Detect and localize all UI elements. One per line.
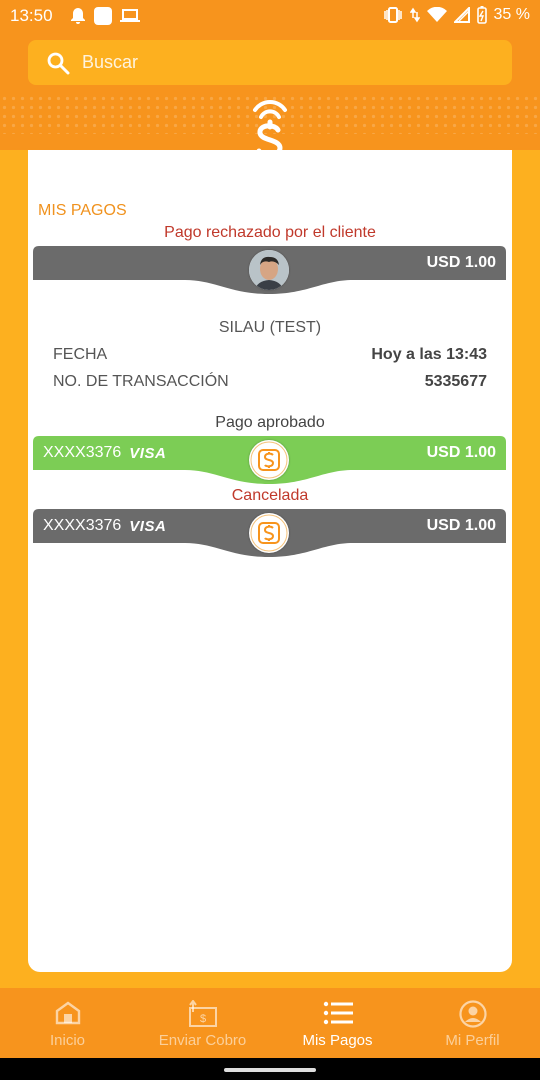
svg-text:$: $ xyxy=(199,1013,205,1025)
wifi-icon xyxy=(426,7,447,22)
visa-icon: VISA xyxy=(129,517,167,535)
system-navigation-bar xyxy=(0,1058,540,1080)
visa-icon: VISA xyxy=(129,444,167,462)
battery-percent: 35 % xyxy=(493,6,530,23)
section-title: MIS PAGOS xyxy=(38,202,127,219)
client-name: SILAU (TEST) xyxy=(218,319,322,336)
fecha-value: Hoy a las 13:43 xyxy=(371,346,487,363)
laptop-icon xyxy=(120,9,140,22)
status-bar: 13:50 35 % xyxy=(0,0,540,32)
payment-status: Pago aprobado xyxy=(215,414,325,431)
bell-icon xyxy=(71,8,85,24)
payment-status: Cancelada xyxy=(231,487,309,504)
fecha-label: FECHA xyxy=(53,346,108,363)
signal-icon xyxy=(453,7,470,23)
notification-icons xyxy=(70,7,140,25)
nav-label: Enviar Cobro xyxy=(158,1032,247,1049)
payment-amount: USD 1.00 xyxy=(426,517,496,534)
payment-band-rejected[interactable]: USD 1.00 xyxy=(33,246,506,294)
card-number: XXXX3376 xyxy=(43,444,122,461)
vibrate-icon xyxy=(383,7,402,23)
nav-label: Mi Perfil xyxy=(445,1032,500,1049)
card-info: XXXX3376 VISA xyxy=(43,517,166,535)
nav-label: Inicio xyxy=(49,1032,86,1049)
avatar xyxy=(249,250,289,290)
home-gesture-handle[interactable] xyxy=(224,1068,316,1072)
merchant-logo-icon xyxy=(249,440,289,480)
nav-item-enviar-cobro[interactable]: $ Enviar Cobro xyxy=(135,988,270,1058)
transaccion-label: NO. DE TRANSACCIÓN xyxy=(53,373,229,390)
merchant-logo-icon xyxy=(249,513,289,553)
card-info: XXXX3376 VISA xyxy=(43,444,166,462)
detail-row-fecha: FECHA Hoy a las 13:43 xyxy=(53,346,487,366)
card-number: XXXX3376 xyxy=(43,517,122,534)
nav-item-mis-pagos[interactable]: Mis Pagos xyxy=(270,988,405,1058)
nav-item-inicio[interactable]: Inicio xyxy=(0,988,135,1058)
battery-icon xyxy=(476,6,487,24)
status-right-group: 35 % xyxy=(383,6,530,24)
search-icon[interactable] xyxy=(46,51,70,75)
profile-icon xyxy=(458,1000,487,1028)
list-icon xyxy=(323,1001,353,1025)
nav-item-mi-perfil[interactable]: Mi Perfil xyxy=(405,988,540,1058)
payment-status: Pago rechazado por el cliente xyxy=(164,224,376,241)
payment-amount: USD 1.00 xyxy=(426,444,496,461)
payment-amount: USD 1.00 xyxy=(426,254,496,271)
search-bar[interactable] xyxy=(28,40,512,85)
search-input[interactable] xyxy=(82,40,502,85)
bottom-nav: Inicio $ Enviar Cobro Mis Pagos Mi Perfi… xyxy=(0,988,540,1058)
home-icon xyxy=(55,1001,80,1025)
nav-label: Mis Pagos xyxy=(302,1032,373,1049)
app-notification-icon xyxy=(94,7,112,25)
payment-band-approved[interactable]: XXXX3376 VISA USD 1.00 xyxy=(33,436,506,484)
payment-band-cancelled[interactable]: XXXX3376 VISA USD 1.00 xyxy=(33,509,506,557)
send-charge-icon: $ xyxy=(188,1000,217,1027)
detail-row-transaccion: NO. DE TRANSACCIÓN 5335677 xyxy=(53,373,487,393)
data-arrows-icon xyxy=(409,7,420,23)
payments-card: MIS PAGOS Pago rechazado por el cliente … xyxy=(28,150,512,972)
transaccion-value: 5335677 xyxy=(424,373,487,390)
status-time: 13:50 xyxy=(10,6,53,25)
